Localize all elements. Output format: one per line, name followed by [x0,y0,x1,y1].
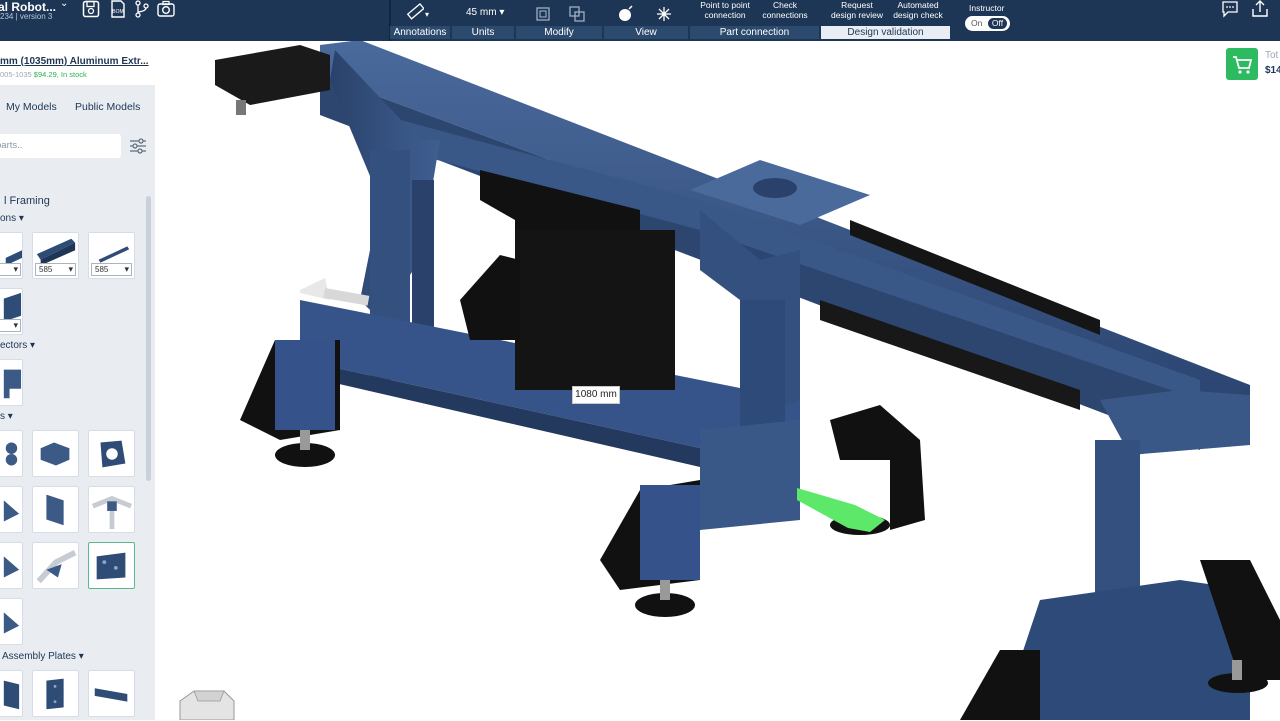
check-connections-button[interactable]: Check connections [758,0,812,20]
part-thumb[interactable] [32,430,79,477]
subsection-connectors[interactable]: ectors ▾ [0,340,35,351]
part-thumb[interactable] [0,598,23,645]
chevron-down-icon[interactable]: ⌄ [60,0,68,9]
modify-split-icon[interactable] [568,5,586,23]
branch-icon[interactable] [133,0,151,18]
product-card[interactable]: mm (1035mm) Aluminum Extr... 005-1035 $9… [0,41,155,85]
part-thumb[interactable] [0,430,23,477]
view-sphere-icon[interactable] [617,5,635,23]
part-thumb[interactable] [32,542,79,589]
subsection-assembly-plates[interactable]: Assembly Plates ▾ [2,651,84,662]
product-sku: 005-1035 $94.29, In stock [0,70,87,79]
tab-design-validation[interactable]: Design validation [821,26,950,39]
part-thumb[interactable] [0,486,23,533]
part-thumb[interactable] [32,670,79,717]
part-thumb[interactable] [88,486,135,533]
part-thumb[interactable] [0,542,23,589]
modify-frame-icon[interactable] [534,5,552,23]
bom-icon[interactable]: BOM [109,0,127,18]
part-thumb[interactable] [88,430,135,477]
automated-check-button[interactable]: Automated design check [889,0,947,20]
cart-total-value: $14 [1265,65,1280,76]
tab-public-models[interactable]: Public Models [75,101,140,113]
project-version: 234 | version 3 [0,12,53,21]
tab-view[interactable]: View [604,26,688,39]
cart-icon [1233,56,1253,74]
share-icon[interactable] [1251,0,1269,18]
comment-icon[interactable] [1221,0,1239,18]
toggle-on[interactable]: On [971,18,982,29]
cart-total-label: Tot [1265,50,1279,61]
sidebar-scrollbar[interactable] [146,196,151,481]
request-review-button[interactable]: Request design review [828,0,886,20]
length-select[interactable] [0,263,21,276]
filter-icon[interactable] [129,138,147,154]
section-title[interactable]: l Framing [4,195,50,207]
tab-my-models[interactable]: My Models [6,101,57,113]
tab-annotations[interactable]: Annotations [390,26,450,39]
3d-viewport[interactable] [155,41,1280,720]
part-thumb[interactable] [32,486,79,533]
explode-icon[interactable] [655,5,673,23]
toggle-off[interactable]: Off [988,18,1007,29]
units-select[interactable]: 45 mm ▾ [466,7,504,18]
chevron-down-icon[interactable]: ▾ [425,10,429,20]
ruler-icon[interactable] [406,3,424,21]
subsection-extrusions[interactable]: ons ▾ [0,213,24,224]
subsection-brackets[interactable]: s ▾ [0,411,13,422]
part-thumb[interactable] [0,670,23,717]
svg-text:BOM: BOM [112,9,123,15]
cart-button[interactable] [1226,48,1258,80]
top-toolbar: al Robot... 234 | version 3 ⌄ BOM ▾ Anno… [0,0,1280,41]
point-to-point-button[interactable]: Point to point connection [698,0,752,20]
product-price-stock: $94.29, In stock [33,70,87,79]
view-cube[interactable] [172,687,238,720]
dimension-label: 1080 mm [572,386,620,404]
tab-units[interactable]: Units [452,26,514,39]
product-name[interactable]: mm (1035mm) Aluminum Extr... [0,56,149,67]
save-icon[interactable] [82,0,100,18]
parts-sidebar: mm (1035mm) Aluminum Extr... 005-1035 $9… [0,41,155,720]
length-select[interactable]: 585 [91,263,132,276]
tab-modify[interactable]: Modify [516,26,602,39]
instructor-label: Instructor [969,3,1005,13]
part-thumb[interactable] [88,670,135,717]
length-select[interactable]: 585 [35,263,76,276]
tab-part-connection[interactable]: Part connection [690,26,819,39]
part-thumb-selected[interactable] [88,542,135,589]
part-thumb[interactable] [0,359,23,406]
instructor-toggle[interactable]: On Off [965,16,1010,31]
length-select[interactable] [0,319,21,332]
robot-frame-model[interactable] [155,41,1280,720]
camera-icon[interactable] [157,0,175,18]
search-input[interactable]: parts.. [0,134,121,158]
